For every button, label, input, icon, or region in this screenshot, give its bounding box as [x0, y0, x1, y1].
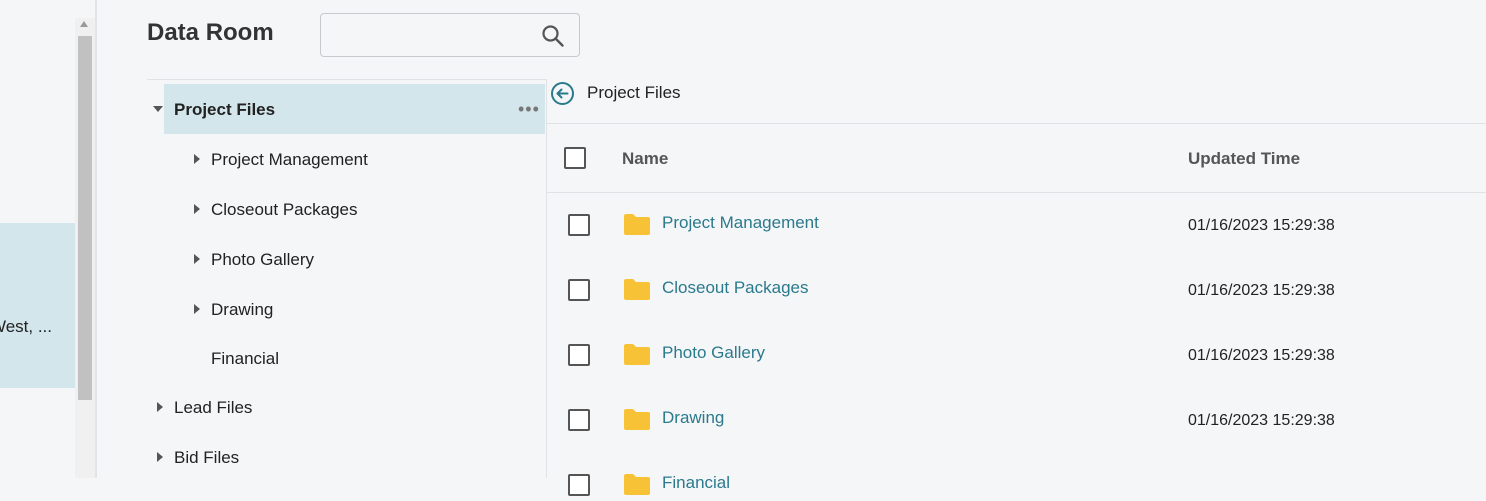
left-pane-selected-item[interactable]: West, ...	[0, 223, 75, 388]
caret-down-icon[interactable]	[153, 106, 163, 112]
caret-right-icon[interactable]	[194, 154, 200, 164]
breadcrumb-divider	[547, 123, 1486, 124]
tree-list-divider	[546, 79, 547, 478]
back-arrow-icon[interactable]	[550, 81, 575, 111]
caret-right-icon[interactable]	[194, 254, 200, 264]
updated-time: 01/16/2023 15:29:38	[1188, 412, 1335, 429]
scroll-up-arrow-icon[interactable]	[80, 21, 88, 27]
vertical-scrollbar[interactable]	[75, 18, 95, 478]
row-checkbox[interactable]	[568, 409, 590, 431]
tree-item-label[interactable]: Project Files	[174, 100, 275, 120]
search-input[interactable]	[329, 22, 533, 50]
caret-right-icon[interactable]	[157, 452, 163, 462]
pane-divider	[95, 0, 97, 478]
folder-icon	[623, 342, 651, 371]
row-checkbox[interactable]	[568, 214, 590, 236]
column-header-updated-time[interactable]: Updated Time	[1188, 149, 1300, 169]
updated-time: 01/16/2023 15:29:38	[1188, 282, 1335, 299]
row-checkbox[interactable]	[568, 474, 590, 496]
search-field[interactable]	[320, 13, 580, 57]
search-icon[interactable]	[541, 24, 565, 53]
file-link-drawing[interactable]: Drawing	[662, 408, 724, 428]
updated-time: 01/16/2023 15:29:38	[1188, 347, 1335, 364]
header-divider	[547, 192, 1486, 193]
scroll-thumb[interactable]	[78, 36, 92, 400]
select-all-checkbox[interactable]	[564, 147, 586, 169]
caret-right-icon[interactable]	[194, 304, 200, 314]
caret-right-icon[interactable]	[194, 204, 200, 214]
tree-item-lead-files[interactable]: Lead Files	[174, 398, 252, 418]
file-link-closeout-packages[interactable]: Closeout Packages	[662, 278, 808, 298]
more-options-icon[interactable]: •••	[518, 100, 540, 118]
tree-item-closeout-packages[interactable]: Closeout Packages	[211, 200, 357, 220]
updated-time: 01/16/2023 15:29:38	[1188, 217, 1335, 234]
left-pane-item-text: West, ...	[0, 317, 52, 336]
folder-icon	[623, 472, 651, 501]
left-pane: West, ...	[0, 0, 75, 478]
file-link-photo-gallery[interactable]: Photo Gallery	[662, 343, 765, 363]
tree-item-drawing[interactable]: Drawing	[211, 300, 273, 320]
tree-item-photo-gallery[interactable]: Photo Gallery	[211, 250, 314, 270]
caret-right-icon[interactable]	[157, 402, 163, 412]
folder-icon	[623, 277, 651, 306]
row-checkbox[interactable]	[568, 344, 590, 366]
folder-icon	[623, 212, 651, 241]
page-title: Data Room	[147, 19, 274, 46]
breadcrumb: Project Files	[587, 83, 681, 102]
file-link-financial[interactable]: Financial	[662, 473, 730, 493]
tree-top-divider	[147, 79, 547, 80]
file-link-project-management[interactable]: Project Management	[662, 213, 819, 233]
tree-item-project-management[interactable]: Project Management	[211, 150, 368, 170]
row-checkbox[interactable]	[568, 279, 590, 301]
column-header-name[interactable]: Name	[622, 149, 668, 169]
folder-icon	[623, 407, 651, 436]
tree-item-financial[interactable]: Financial	[211, 349, 279, 369]
tree-item-bid-files[interactable]: Bid Files	[174, 448, 239, 468]
